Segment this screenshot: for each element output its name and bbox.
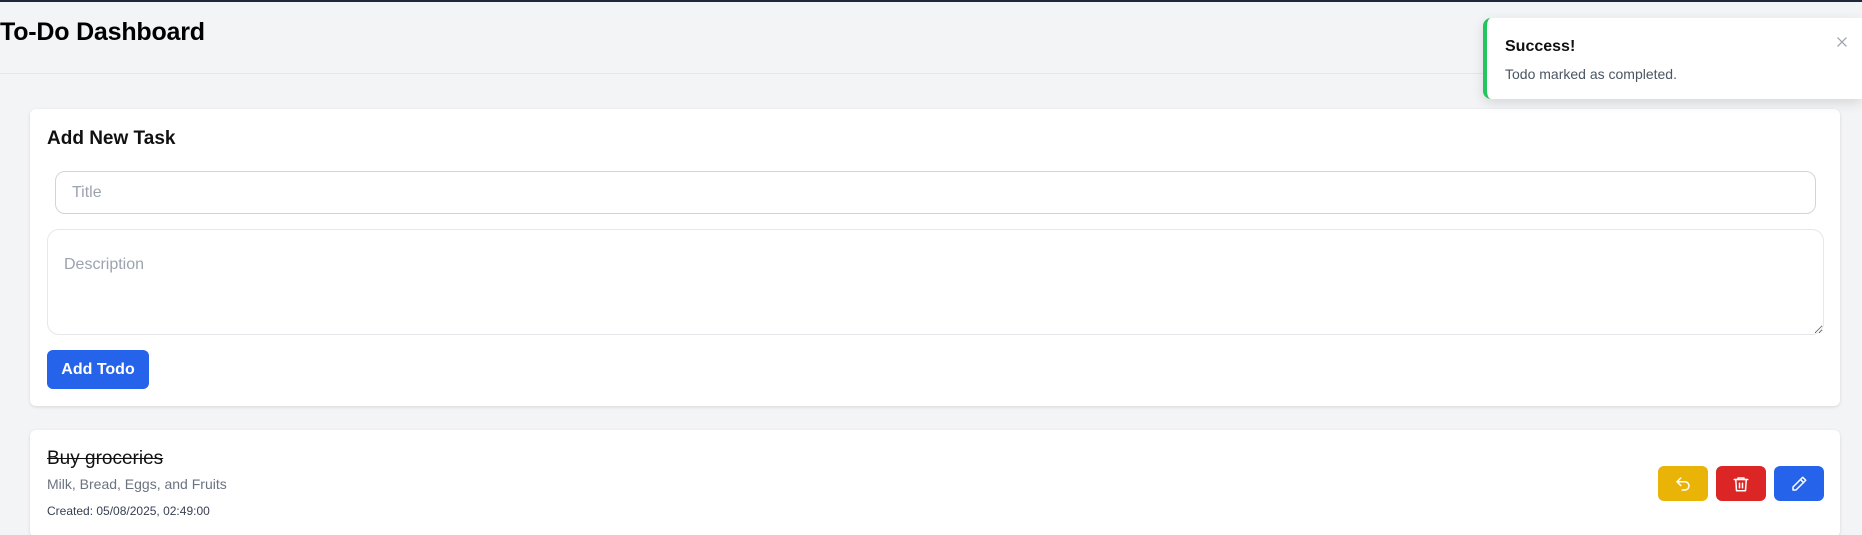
add-task-card: Add New Task Add Todo — [30, 109, 1840, 406]
trash-icon — [1733, 476, 1749, 491]
delete-button[interactable] — [1716, 466, 1766, 501]
todo-description: Milk, Bread, Eggs, and Fruits — [47, 476, 227, 492]
add-task-heading: Add New Task — [47, 128, 176, 149]
toast-title: Success! — [1505, 38, 1576, 55]
description-input[interactable] — [47, 229, 1824, 335]
page-title: To-Do Dashboard — [0, 18, 205, 46]
title-input[interactable] — [55, 171, 1816, 214]
undo-icon — [1676, 476, 1690, 491]
todo-item: Buy groceries Milk, Bread, Eggs, and Fru… — [30, 430, 1840, 535]
toast-message: Todo marked as completed. — [1505, 66, 1677, 82]
close-icon — [1837, 37, 1847, 47]
add-todo-button[interactable]: Add Todo — [47, 350, 149, 389]
toast-close-button[interactable] — [1830, 30, 1854, 54]
success-toast: Success! Todo marked as completed. — [1483, 18, 1862, 99]
undo-button[interactable] — [1658, 466, 1708, 501]
edit-button[interactable] — [1774, 466, 1824, 501]
todo-actions — [1658, 466, 1824, 501]
todo-created-date: Created: 05/08/2025, 02:49:00 — [47, 504, 210, 518]
todo-title: Buy groceries — [47, 448, 164, 469]
pencil-icon — [1792, 476, 1807, 491]
